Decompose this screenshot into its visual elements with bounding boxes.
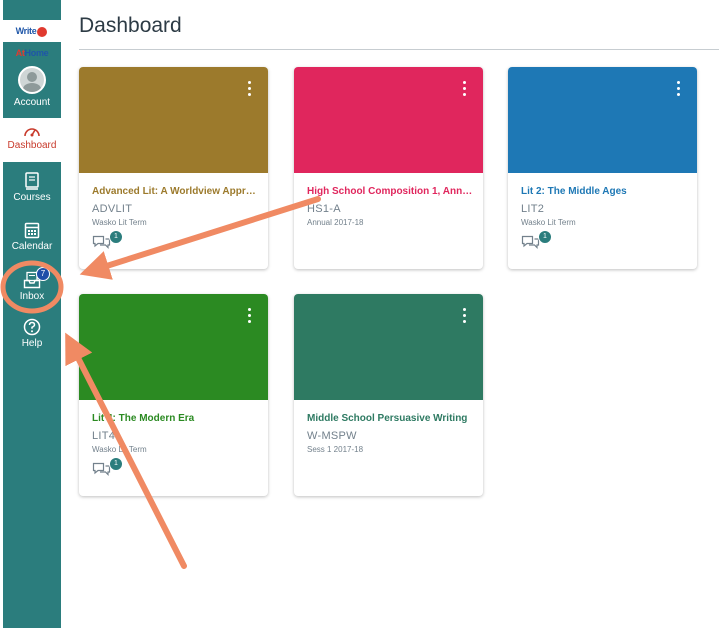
nav-item-courses[interactable]: Courses [3,172,61,203]
apple-icon [37,26,48,37]
course-name[interactable]: Middle School Persuasive Writing [307,413,473,424]
course-name[interactable]: Advanced Lit: A Worldview Appro... [92,186,258,197]
card-options-icon[interactable] [673,81,683,99]
course-code: HS1-A [307,203,341,215]
course-name[interactable]: Lit 4: The Modern Era [92,413,258,424]
card-options-icon[interactable] [244,308,254,326]
global-nav: Write AtHome Account Dashboard Courses Ca… [3,0,61,628]
card-options-icon[interactable] [459,308,469,326]
inbox-unread-badge: 7 [36,267,50,281]
course-name[interactable]: Lit 2: The Middle Ages [521,186,687,197]
course-code: ADVLIT [92,203,133,215]
nav-label-dashboard: Dashboard [7,140,57,151]
course-name[interactable]: High School Composition 1, Annual [307,186,473,197]
course-card[interactable]: Advanced Lit: A Worldview Appro... ADVLI… [79,67,268,269]
help-question-icon [23,318,41,336]
header-divider [79,49,719,50]
nav-item-dashboard[interactable]: Dashboard [3,118,61,162]
card-hero[interactable] [79,294,268,400]
nav-label-inbox: Inbox [19,291,45,302]
nav-item-help[interactable]: Help [3,318,61,349]
card-hero[interactable] [294,67,483,173]
nav-item-inbox[interactable]: 7 Inbox [3,267,61,302]
brand-text-left: Write [15,26,37,36]
card-options-icon[interactable] [244,81,254,99]
brand-text-right: Home [24,48,49,58]
card-options-icon[interactable] [459,81,469,99]
brand-logo[interactable]: Write AtHome [3,20,61,58]
course-code: LIT2 [521,203,545,215]
user-avatar-icon [18,66,46,94]
discussion-count-badge: 1 [109,457,123,471]
discussions-link[interactable]: 1 [92,230,123,252]
course-term: Annual 2017-18 [307,218,364,227]
nav-item-account[interactable]: Account [3,66,61,108]
course-term: Sess 1 2017-18 [307,445,364,454]
course-term: Wasko Lit Term [92,445,147,454]
dashboard-gauge-icon [24,128,40,137]
discussion-count-badge: 1 [109,230,123,244]
course-term: Wasko Lit Term [92,218,147,227]
nav-label-account: Account [13,97,51,108]
nav-label-courses: Courses [13,192,51,203]
course-card[interactable]: Lit 2: The Middle Ages LIT2 Wasko Lit Te… [508,67,697,269]
course-card[interactable]: Middle School Persuasive Writing W-MSPW … [294,294,483,496]
courses-book-icon [25,172,39,190]
card-hero[interactable] [294,294,483,400]
card-hero[interactable] [79,67,268,173]
discussions-link[interactable]: 1 [92,457,123,479]
course-card[interactable]: High School Composition 1, Annual HS1-A … [294,67,483,269]
card-hero[interactable] [508,67,697,173]
nav-label-help: Help [21,338,43,349]
course-card[interactable]: Lit 4: The Modern Era LIT4 Wasko Lit Ter… [79,294,268,496]
course-term: Wasko Lit Term [521,218,576,227]
course-code: LIT4 [92,430,116,442]
page-title: Dashboard [79,14,182,37]
calendar-icon [24,222,40,239]
brand-text-mid: At [15,48,25,58]
discussion-count-badge: 1 [538,230,552,244]
nav-item-calendar[interactable]: Calendar [3,221,61,252]
course-code: W-MSPW [307,430,357,442]
nav-label-calendar: Calendar [11,241,53,252]
discussions-link[interactable]: 1 [521,230,552,252]
